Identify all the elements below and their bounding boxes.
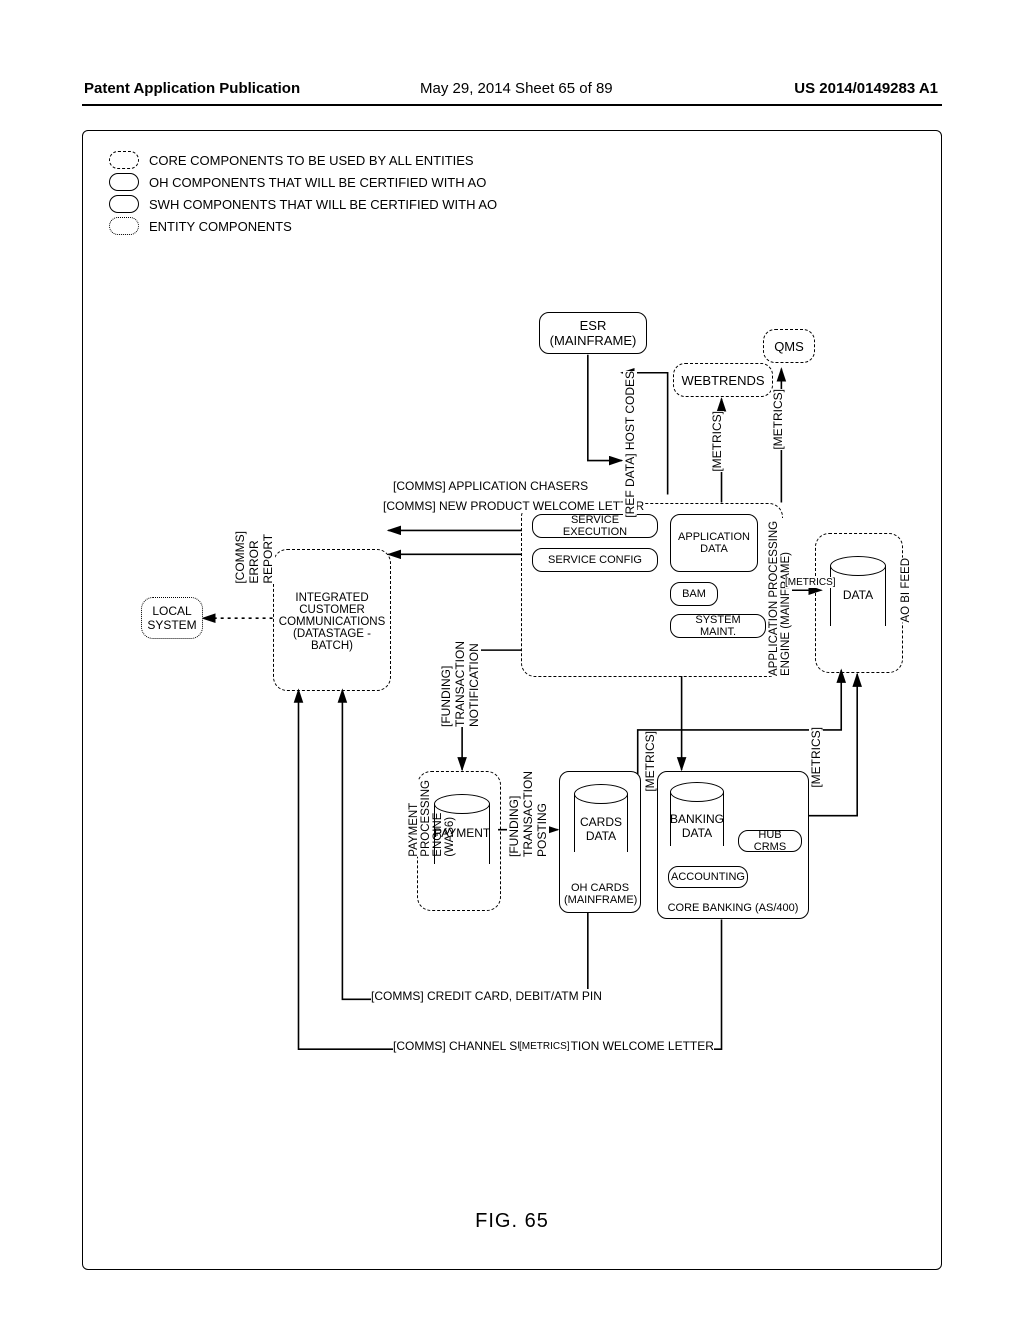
legend-swatch-core [109, 151, 139, 169]
node-icc: INTEGRATEDCUSTOMERCOMMUNICATIONS(DATASTA… [282, 564, 382, 680]
group-icc: INTEGRATEDCUSTOMERCOMMUNICATIONS(DATASTA… [273, 549, 391, 691]
node-local-system: LOCALSYSTEM [141, 597, 203, 639]
node-webtrends: WEBTRENDS [673, 363, 773, 397]
legend-label-swh: SWH COMPONENTS THAT WILL BE CERTIFIED WI… [149, 197, 497, 212]
node-banking-data: BANKINGDATA [670, 782, 724, 856]
node-oh-cards-label: OH CARDS(MAINFRAME) [564, 882, 636, 906]
node-oh-cards: OH CARDS(MAINFRAME) CARDSDATA [559, 771, 641, 913]
node-cards-data-label: CARDSDATA [574, 815, 628, 843]
node-service-execution: SERVICE EXECUTION [532, 514, 658, 538]
node-core-banking: CORE BANKING (AS/400) BANKINGDATA ACCOUN… [657, 771, 809, 919]
node-cards-data: CARDSDATA [574, 784, 628, 862]
node-bi-data-label: DATA [830, 588, 886, 602]
legend-swh: SWH COMPONENTS THAT WILL BE CERTIFIED WI… [109, 195, 497, 213]
node-core-banking-label: CORE BANKING (AS/400) [662, 902, 804, 914]
annot-metrics-bi: [METRICS] [785, 577, 836, 588]
node-payment-data: PAYMENT [434, 794, 490, 874]
annot-comms-error: [COMMS]ERRORREPORT [233, 531, 275, 584]
connector-layer [83, 131, 941, 1269]
annot-metrics-qms: [METRICS] [771, 389, 785, 450]
legend-label-core: CORE COMPONENTS TO BE USED BY ALL ENTITI… [149, 153, 474, 168]
group-payment-engine: PAYMENTPROCESSINGENGINE(WAS6) PAYMENT [417, 771, 501, 911]
publication-number: US 2014/0149283 A1 [794, 80, 938, 97]
figure-canvas: CORE COMPONENTS TO BE USED BY ALL ENTITI… [82, 130, 942, 1270]
group-ao-bi-label: AO BI FEED [900, 558, 912, 623]
annot-metrics-corebank: [METRICS] [809, 727, 823, 788]
legend-swatch-swh [109, 195, 139, 213]
node-bi-data: DATA [830, 556, 886, 636]
node-payment-data-label: PAYMENT [434, 826, 490, 840]
legend-label-ent: ENTITY COMPONENTS [149, 219, 292, 234]
annot-card-pin: [COMMS] CREDIT CARD, DEBIT/ATM PIN [371, 989, 602, 1003]
annot-refdata: [REF DATA] HOST CODES [623, 371, 637, 518]
group-ape-label: APPLICATION PROCESSING ENGINE (MAINFRAME… [768, 518, 792, 676]
header-rule [82, 104, 942, 106]
publication-type: Patent Application Publication [84, 80, 300, 97]
legend-swatch-ent [109, 217, 139, 235]
legend-core: CORE COMPONENTS TO BE USED BY ALL ENTITI… [109, 151, 497, 169]
legend-label-oh: OH COMPONENTS THAT WILL BE CERTIFIED WIT… [149, 175, 486, 190]
node-banking-data-label: BANKINGDATA [670, 812, 724, 840]
figure-caption: FIG. 65 [83, 1210, 941, 1233]
node-bam: BAM [670, 582, 718, 606]
node-application-data: APPLICATIONDATA [670, 514, 758, 572]
node-hub-crms: HUB CRMS [738, 830, 802, 852]
date-and-sheet: May 29, 2014 Sheet 65 of 89 [420, 80, 613, 97]
group-ape: APPLICATION PROCESSING ENGINE (MAINFRAME… [521, 503, 783, 677]
node-qms: QMS [763, 329, 815, 363]
node-accounting: ACCOUNTING [668, 866, 748, 888]
node-system-maint: SYSTEM MAINT. [670, 614, 766, 638]
annot-metrics-ohcards: [METRICS] [643, 731, 657, 792]
legend-ent: ENTITY COMPONENTS [109, 217, 497, 235]
legend: CORE COMPONENTS TO BE USED BY ALL ENTITI… [109, 151, 497, 239]
node-esr: ESR(MAINFRAME) [539, 312, 647, 354]
legend-swatch-oh [109, 173, 139, 191]
group-ao-bi: AO BI FEED DATA [815, 533, 903, 673]
node-service-config: SERVICE CONFIG [532, 548, 658, 572]
annot-funding-notif: [FUNDING]TRANSACTIONNOTIFICATION [439, 641, 481, 727]
legend-oh: OH COMPONENTS THAT WILL BE CERTIFIED WIT… [109, 173, 497, 191]
annot-comms-chasers: [COMMS] APPLICATION CHASERS [393, 479, 588, 493]
annot-funding-post: [FUNDING]TRANSACTIONPOSTING [507, 771, 549, 857]
annot-metrics-bottom: [METRICS] [519, 1041, 570, 1052]
annot-metrics-webtrends: [METRICS] [710, 411, 724, 472]
annot-comms-welcome: [COMMS] NEW PRODUCT WELCOME LETTER [383, 499, 644, 513]
